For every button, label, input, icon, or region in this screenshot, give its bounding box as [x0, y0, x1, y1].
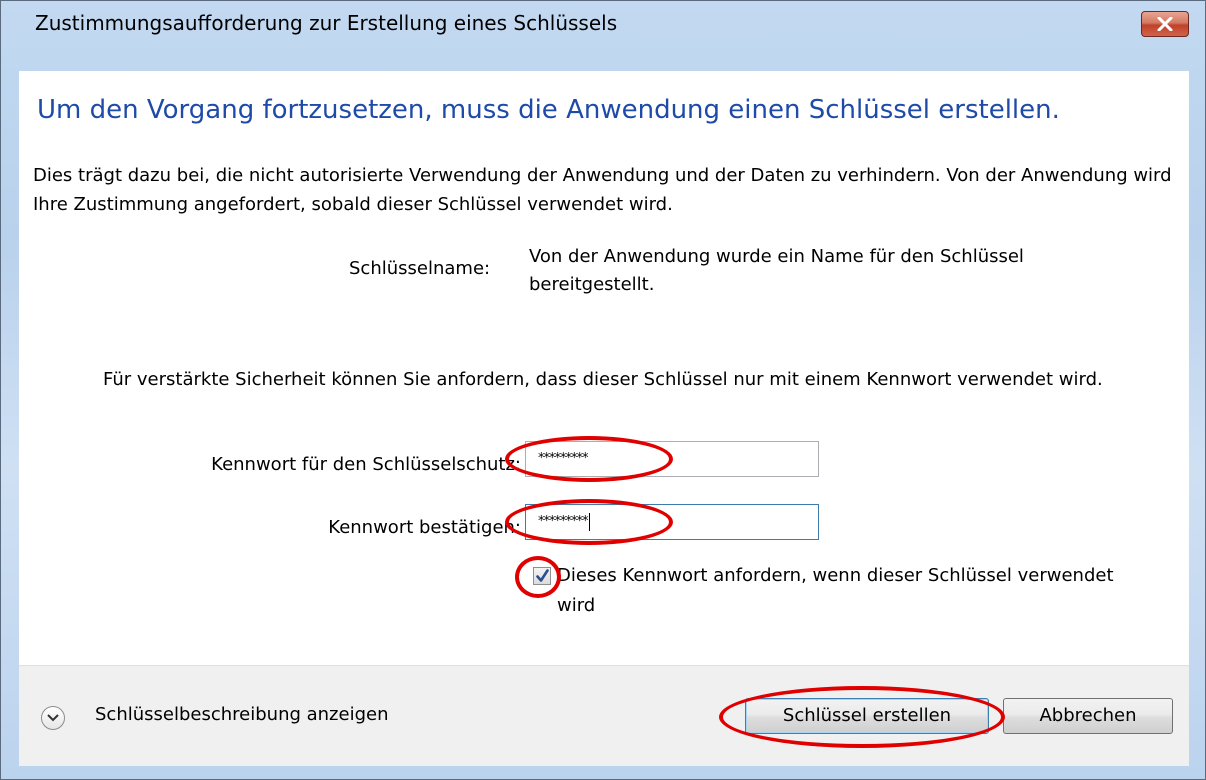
cancel-button[interactable]: Abbrechen — [1003, 698, 1173, 734]
expand-details-toggle[interactable] — [41, 706, 65, 730]
checkmark-icon — [536, 569, 549, 582]
chevron-down-icon — [47, 714, 59, 722]
close-button[interactable] — [1141, 11, 1189, 37]
close-icon — [1157, 17, 1173, 31]
require-password-checkbox[interactable] — [533, 567, 551, 585]
key-name-label: Schlüsselname: — [349, 258, 491, 279]
dialog-footer: Schlüsselbeschreibung anzeigen Schlüssel… — [19, 665, 1189, 766]
key-name-value: Von der Anwendung wurde ein Name für den… — [529, 246, 1024, 295]
confirm-password-field[interactable]: ********* — [525, 504, 819, 540]
password-label: Kennwort für den Schlüsselschutz: — [211, 454, 521, 475]
password-value: ********* — [538, 451, 588, 466]
confirm-password-value: ********* — [538, 514, 588, 529]
require-password-label[interactable]: Dieses Kennwort anfordern, wenn dieser S… — [557, 561, 1117, 621]
description-text: Dies trägt dazu bei, die nicht autorisie… — [33, 165, 1172, 215]
confirm-password-label: Kennwort bestätigen: — [328, 517, 521, 538]
password-field[interactable]: ********* — [525, 441, 819, 477]
dialog-content: Um den Vorgang fortzusetzen, muss die An… — [19, 71, 1189, 665]
main-instruction: Um den Vorgang fortzusetzen, muss die An… — [37, 95, 1060, 125]
title-bar[interactable]: Zustimmungsaufforderung zur Erstellung e… — [1, 1, 1205, 47]
security-note: Für verstärkte Sicherheit können Sie anf… — [103, 369, 1103, 390]
expand-details-label[interactable]: Schlüsselbeschreibung anzeigen — [95, 704, 389, 725]
dialog-window: Zustimmungsaufforderung zur Erstellung e… — [0, 0, 1206, 780]
text-cursor — [588, 512, 590, 531]
window-title: Zustimmungsaufforderung zur Erstellung e… — [35, 11, 618, 35]
create-key-button[interactable]: Schlüssel erstellen — [745, 698, 989, 734]
